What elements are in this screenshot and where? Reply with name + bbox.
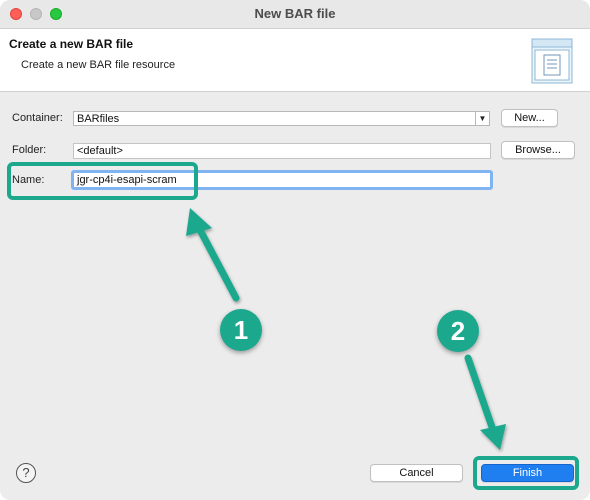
folder-label: Folder:: [12, 144, 47, 156]
banner-description: Create a new BAR file resource: [21, 59, 176, 71]
help-icon[interactable]: ?: [16, 463, 36, 483]
new-bar-file-dialog: New BAR file Create a new BAR file Creat…: [0, 0, 590, 500]
container-label: Container:: [12, 112, 63, 124]
folder-field[interactable]: <default>: [73, 143, 491, 159]
folder-value: <default>: [77, 145, 123, 157]
window-title: New BAR file: [254, 6, 336, 21]
container-value: BARfiles: [77, 113, 120, 125]
arrow-to-finish-button: [464, 354, 506, 450]
browse-folder-button[interactable]: Browse...: [501, 141, 575, 159]
banner-title: Create a new BAR file: [9, 37, 134, 51]
name-highlight-frame: [7, 162, 198, 200]
document-wizard-icon: [531, 38, 573, 84]
finish-highlight-frame: [473, 456, 579, 490]
new-container-button[interactable]: New...: [501, 109, 558, 127]
arrow-to-name-field: [186, 208, 240, 302]
step-1-badge: 1: [220, 309, 262, 351]
step-2-badge: 2: [437, 310, 479, 352]
chevron-down-icon[interactable]: ▼: [475, 112, 489, 125]
title-bar: New BAR file: [0, 0, 590, 29]
cancel-button[interactable]: Cancel: [370, 464, 463, 482]
container-combo[interactable]: BARfiles ▼: [73, 111, 490, 126]
wizard-banner: Create a new BAR file Create a new BAR f…: [0, 29, 590, 92]
